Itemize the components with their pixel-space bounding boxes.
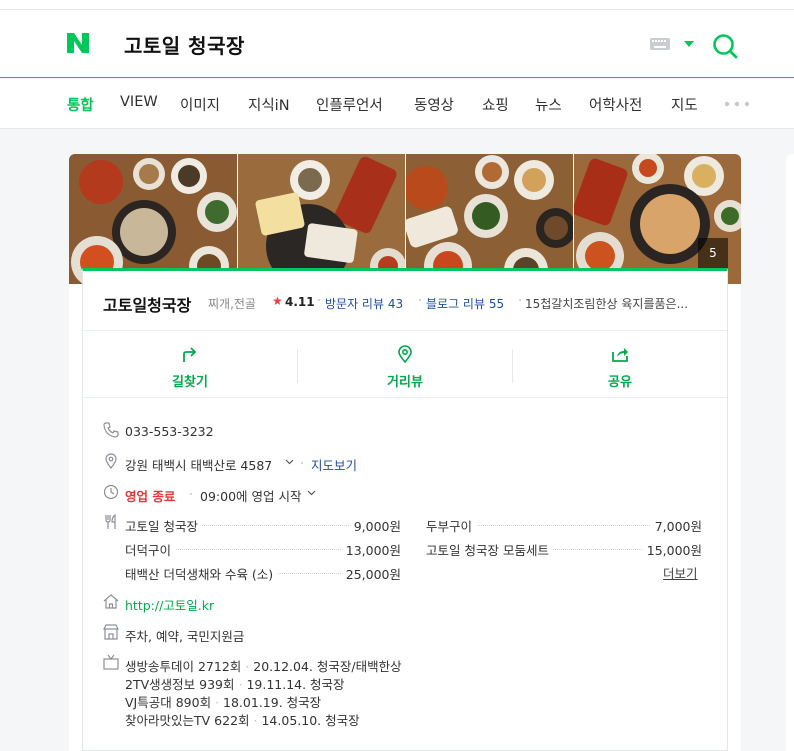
tab-integrated[interactable]: 통합 (67, 94, 94, 115)
search-tabs: 통합 VIEW 이미지 지식iN 인플루언서 동영상 쇼핑 뉴스 어학사전 지도 (0, 79, 794, 129)
clock-icon (103, 484, 119, 500)
separator-dot (318, 299, 320, 301)
separator-dot (190, 493, 192, 495)
separator-dot (301, 462, 303, 464)
naver-logo-icon[interactable] (66, 31, 90, 55)
utensils-icon (105, 514, 116, 529)
separator-dot: · (245, 659, 250, 674)
tv-detail: 14.05.10. 청국장 (261, 713, 360, 728)
search-query[interactable]: 고토일 청국장 (124, 30, 245, 59)
food-photo-1[interactable] (69, 154, 237, 284)
map-link[interactable]: 지도보기 (311, 455, 357, 474)
place-name[interactable]: 고토일청국장 (103, 292, 191, 316)
rating-star-icon: ★ (272, 294, 283, 308)
place-info-panel: 고토일청국장 찌개,전골 ★ 4.11 방문자 리뷰 43 블로그 리뷰 55 … (82, 268, 728, 751)
tv-detail: 20.12.04. 청국장/태백한상 (253, 659, 402, 674)
directions-label: 길찾기 (172, 375, 208, 390)
tv-appearance[interactable]: 생방송투데이 2712회 · 20.12.04. 청국장/태백한상 (125, 656, 402, 675)
tab-influencer[interactable]: 인플루언서 (316, 94, 383, 115)
place-category: 찌개,전골 (208, 297, 256, 311)
tab-news[interactable]: 뉴스 (535, 94, 562, 115)
phone-number[interactable]: 033-553-3232 (125, 424, 214, 439)
tv-detail: 18.01.19. 청국장 (223, 695, 322, 710)
location-pin-icon (398, 345, 412, 363)
tv-detail: 19.11.14. 청국장 (246, 677, 345, 692)
place-title-row: 고토일청국장 찌개,전골 ★ 4.11 방문자 리뷰 43 블로그 리뷰 55 … (83, 271, 727, 331)
tv-icon (103, 654, 119, 670)
separator-dot: · (238, 677, 243, 692)
menu-item-name: 더덕구이 (125, 540, 176, 559)
place-description[interactable]: 15첩갈치조림한상 육지를품은... (525, 295, 725, 312)
menu-item-price: 25,000원 (341, 564, 401, 583)
home-icon (103, 594, 119, 609)
menu-item-name: 고토일 청국장 모둠세트 (426, 540, 553, 559)
tv-show: 2TV생생정보 939회 (125, 677, 235, 692)
share-icon (612, 348, 628, 362)
menu-item-name: 두부구이 (426, 516, 477, 535)
tv-appearance[interactable]: 찾아라맛있는TV 622회 · 14.05.10. 청국장 (125, 710, 360, 729)
search-header: 고토일 청국장 (0, 0, 794, 78)
blog-review-label: 블로그 리뷰 (426, 297, 486, 311)
blog-review-link[interactable]: 블로그 리뷰 55 (426, 295, 504, 312)
photo-strip[interactable]: 5 (69, 154, 741, 284)
directions-button[interactable]: 길찾기 (83, 332, 297, 398)
menu-more-link[interactable]: 더보기 (663, 563, 698, 582)
facilities-text: 주차, 예약, 국민지원금 (125, 629, 245, 644)
place-card: 5 고토일청국장 찌개,전골 ★ 4.11 방문자 리뷰 43 블로그 리뷰 5… (69, 154, 741, 751)
visitor-review-count: 43 (387, 297, 404, 311)
share-label: 공유 (608, 375, 632, 390)
blog-review-count: 55 (488, 297, 505, 311)
caret-down-icon[interactable] (684, 41, 694, 48)
chevron-down-icon[interactable] (285, 459, 294, 465)
tab-dictionary[interactable]: 어학사전 (589, 94, 642, 115)
tab-shopping[interactable]: 쇼핑 (482, 94, 509, 115)
separator-dot (519, 299, 521, 301)
address-text[interactable]: 강원 태백시 태백산로 4587 (125, 455, 272, 474)
tv-appearance[interactable]: 2TV생생정보 939회 · 19.11.14. 청국장 (125, 674, 345, 693)
rating-value: 4.11 (285, 295, 315, 309)
separator-dot: · (253, 713, 258, 728)
more-tabs-icon[interactable] (724, 101, 750, 107)
store-icon (103, 624, 119, 640)
place-actions: 길찾기 거리뷰 공유 (83, 332, 727, 398)
visitor-review-label: 방문자 리뷰 (325, 297, 385, 311)
menu-item-price: 15,000원 (642, 540, 702, 559)
tv-show: VJ특공대 890회 (125, 695, 212, 710)
tab-video[interactable]: 동영상 (414, 94, 454, 115)
food-photo-2[interactable] (238, 154, 405, 284)
menu-item-name: 고토일 청국장 (125, 516, 202, 535)
separator-dot: · (215, 695, 220, 710)
business-status: 영업 종료 (125, 489, 176, 504)
location-pin-icon (105, 453, 117, 469)
search-icon[interactable] (712, 33, 738, 59)
photo-count-badge[interactable]: 5 (698, 238, 728, 268)
menu-item-price: 9,000원 (349, 516, 401, 535)
directions-icon (183, 347, 197, 362)
visitor-review-link[interactable]: 방문자 리뷰 43 (325, 295, 403, 312)
separator-dot (419, 299, 421, 301)
tab-kin[interactable]: 지식iN (248, 94, 290, 115)
street-view-label: 거리뷰 (387, 375, 423, 390)
keyboard-icon[interactable] (650, 38, 670, 50)
tv-show: 찾아라맛있는TV 622회 (125, 713, 250, 728)
chevron-down-icon[interactable] (307, 490, 316, 496)
tab-images[interactable]: 이미지 (180, 94, 220, 115)
open-time[interactable]: 09:00에 영업 시작 (200, 486, 301, 505)
menu-item-name: 태백산 더덕생채와 수육 (소) (125, 564, 278, 583)
share-button[interactable]: 공유 (513, 332, 727, 398)
website-link[interactable]: http://고토일.kr (125, 595, 214, 614)
tv-appearance[interactable]: VJ특공대 890회 · 18.01.19. 청국장 (125, 692, 321, 711)
tab-view[interactable]: VIEW (120, 94, 158, 110)
menu-item-price: 13,000원 (341, 540, 401, 559)
phone-icon (103, 422, 119, 438)
street-view-button[interactable]: 거리뷰 (298, 332, 512, 398)
tv-show: 생방송투데이 2712회 (125, 659, 242, 674)
next-card-peek (786, 154, 794, 751)
food-photo-3[interactable] (406, 154, 573, 284)
top-strip (0, 0, 794, 10)
tab-map[interactable]: 지도 (671, 94, 698, 115)
menu-item-price: 7,000원 (650, 516, 702, 535)
